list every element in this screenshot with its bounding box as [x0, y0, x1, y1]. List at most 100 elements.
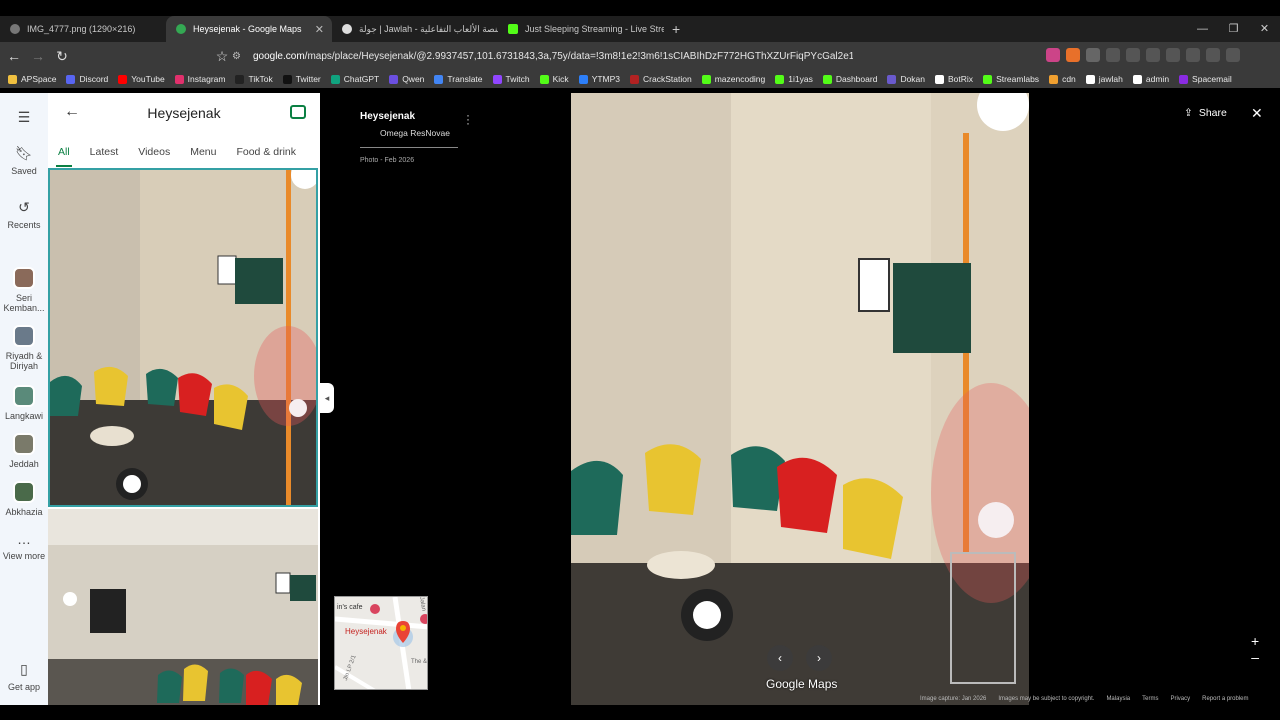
- menu-button[interactable]: ☰: [0, 109, 48, 130]
- next-photo-button[interactable]: ›: [806, 645, 832, 671]
- main-photo-viewer[interactable]: [571, 93, 1029, 705]
- photo-thumbnail-selected[interactable]: [48, 168, 318, 507]
- more-options-icon[interactable]: · · ·: [466, 109, 470, 129]
- minimize-icon[interactable]: —: [1187, 16, 1218, 42]
- tab-stream[interactable]: Just Sleeping Streaming - Live Stream: [498, 16, 664, 42]
- share-button[interactable]: ⇪ Share: [1184, 107, 1227, 119]
- bookmark-label: Discord: [79, 74, 109, 84]
- close-viewer-icon[interactable]: ✕: [1251, 105, 1263, 122]
- url-text: google.com/maps/place/Heysejenak/@2.9937…: [252, 50, 853, 62]
- bookmark-streamlabs[interactable]: Streamlabs: [983, 74, 1039, 84]
- photo-author[interactable]: Omega ResNovae: [360, 128, 460, 138]
- bookmark-chatgpt[interactable]: ChatGPT: [330, 74, 379, 84]
- zoom-out-button[interactable]: –: [1251, 649, 1259, 665]
- kick-icon: [508, 24, 518, 34]
- tab-menu[interactable]: Menu: [180, 141, 226, 167]
- bookmark-crackstation[interactable]: CrackStation: [630, 74, 692, 84]
- tab-all[interactable]: All: [48, 141, 80, 167]
- share-icon: ⇪: [1184, 107, 1193, 119]
- bookmark-discord[interactable]: Discord: [66, 74, 108, 84]
- restore-icon[interactable]: ❐: [1218, 16, 1249, 42]
- get-app-button[interactable]: ▯ Get app: [0, 661, 48, 692]
- bookmark-favicon-icon: [1049, 74, 1059, 84]
- bookmark-twitch[interactable]: Twitch: [492, 74, 530, 84]
- recent-place-abkhazia[interactable]: Abkhazia: [0, 481, 48, 517]
- wallet-icon[interactable]: [1166, 48, 1180, 62]
- bookmark-jawlah[interactable]: jawlah: [1085, 74, 1123, 84]
- view-more-button[interactable]: … View more: [0, 531, 48, 561]
- photo-thumbnail[interactable]: [48, 509, 318, 705]
- bookmark-botrix[interactable]: BotRix: [935, 74, 973, 84]
- vpn-icon[interactable]: [1206, 48, 1220, 62]
- bookmark-instagram[interactable]: Instagram: [174, 74, 225, 84]
- recents-button[interactable]: ↺ Recents: [0, 199, 48, 230]
- bookmark-dashboard[interactable]: Dashboard: [822, 74, 877, 84]
- image-icon: [10, 24, 20, 34]
- photo-date: Photo - Feb 2026: [360, 157, 415, 164]
- bookmark-spacemail[interactable]: Spacemail: [1179, 74, 1232, 84]
- bookmark-translate[interactable]: Translate: [434, 74, 483, 84]
- bookmark-favicon-icon: [174, 74, 184, 84]
- music-icon[interactable]: [1126, 48, 1140, 62]
- bookmark-apspace[interactable]: APSpace: [8, 74, 56, 84]
- bookmark-mazencoding[interactable]: mazencoding: [701, 74, 765, 84]
- collapse-panel-button[interactable]: ◂: [320, 383, 334, 413]
- place-name[interactable]: Heysejenak: [360, 111, 460, 122]
- tab-latest[interactable]: Latest: [80, 141, 129, 167]
- menu-icon[interactable]: [1226, 48, 1240, 62]
- extension-icon[interactable]: [1086, 48, 1100, 62]
- panel-title: Heysejenak: [147, 105, 221, 121]
- bookmark-twitter[interactable]: Twitter: [282, 74, 321, 84]
- tab-videos[interactable]: Videos: [128, 141, 180, 167]
- bookmark-youtube[interactable]: YouTube: [118, 74, 165, 84]
- saved-button[interactable]: 🔖︎ Saved: [0, 145, 48, 176]
- close-window-icon[interactable]: ✕: [1249, 16, 1280, 42]
- new-tab-button[interactable]: +: [672, 21, 680, 37]
- bookmark-favicon-icon: [434, 74, 444, 84]
- zoom-in-button[interactable]: +: [1251, 633, 1259, 649]
- recent-place-langkawi[interactable]: Langkawi: [0, 385, 48, 421]
- bookmark-qwen[interactable]: Qwen: [389, 74, 424, 84]
- bookmark-favicon-icon: [1085, 74, 1095, 84]
- close-icon[interactable]: ✕: [315, 23, 324, 36]
- tab-image[interactable]: IMG_4777.png (1290×216): [0, 16, 166, 42]
- bookmark-tiktok[interactable]: TikTok: [235, 74, 273, 84]
- tab-title: Heysejenak - Google Maps: [193, 24, 302, 34]
- tab-jawlah[interactable]: جولة | Jawlah - منصة الألعاب التفاعلية: [332, 16, 498, 42]
- bookmark-ytmp3[interactable]: YTMP3: [578, 74, 620, 84]
- extension-icon[interactable]: [1066, 48, 1080, 62]
- address-bar[interactable]: ⚙ google.com/maps/place/Heysejenak/@2.99…: [232, 46, 952, 66]
- tab-google-maps[interactable]: Heysejenak - Google Maps ✕: [166, 16, 332, 42]
- tab-food-drink[interactable]: Food & drink: [226, 141, 306, 167]
- bookmark-dokan[interactable]: Dokan: [887, 74, 925, 84]
- recent-place-jeddah[interactable]: Jeddah: [0, 433, 48, 469]
- ai-icon[interactable]: [1186, 48, 1200, 62]
- bookmark-label: Dokan: [900, 74, 926, 84]
- maps-content: ☰ 🔖︎ Saved ↺ Recents Seri Kemban... Riya…: [0, 93, 1280, 705]
- forward-icon[interactable]: →: [28, 48, 48, 64]
- extension-icon[interactable]: [1046, 48, 1060, 62]
- minimap[interactable]: in's cafe Heysejenak Jalan Jln LP 2/1 Th…: [334, 596, 428, 690]
- recent-place-seri-kembangan[interactable]: Seri Kemban...: [0, 267, 48, 313]
- bookmark-favicon-icon: [822, 74, 832, 84]
- reload-icon[interactable]: ↻: [52, 48, 72, 65]
- bookmark-kick[interactable]: Kick: [539, 74, 569, 84]
- bookmark-admin[interactable]: admin: [1132, 74, 1169, 84]
- bookmark-favicon-icon: [66, 74, 76, 84]
- recent-place-riyadh[interactable]: Riyadh & Diriyah: [0, 325, 48, 371]
- maps-rail: ☰ 🔖︎ Saved ↺ Recents Seri Kemban... Riya…: [0, 93, 48, 705]
- bookmark-label: Translate: [447, 74, 483, 84]
- previous-photo-button[interactable]: ‹: [767, 645, 793, 671]
- bookmark-favicon-icon: [775, 74, 785, 84]
- tab-title: IMG_4777.png (1290×216): [27, 24, 136, 34]
- extension-icon[interactable]: [1106, 48, 1120, 62]
- site-info-icon[interactable]: ⚙: [232, 51, 241, 62]
- sidebar-icon[interactable]: [1146, 48, 1160, 62]
- bookmark-1i1yas[interactable]: 1i1yas: [775, 74, 813, 84]
- back-icon[interactable]: ←: [4, 48, 24, 64]
- bookmark-favicon-icon: [492, 74, 502, 84]
- bookmark-icon[interactable]: ☆: [212, 48, 232, 65]
- add-photo-icon[interactable]: [290, 105, 306, 119]
- bookmark-cdn[interactable]: cdn: [1049, 74, 1076, 84]
- zoom-controls: + –: [1251, 633, 1259, 665]
